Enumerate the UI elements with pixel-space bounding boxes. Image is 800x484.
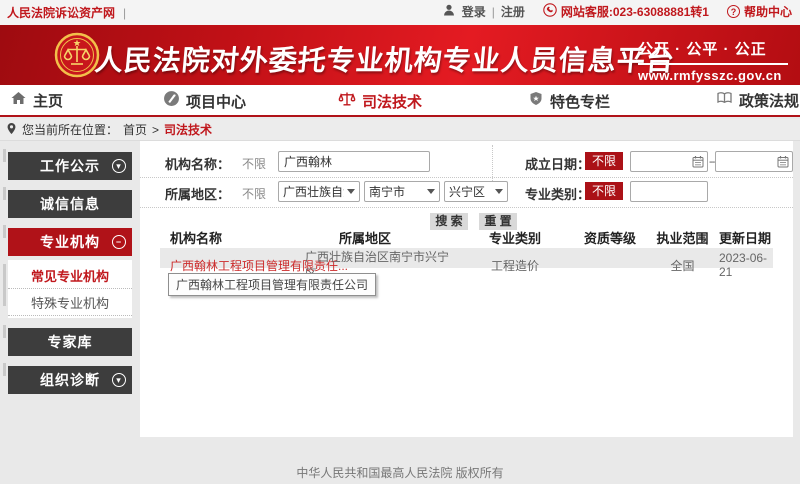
province-select-value: 广西壮族自治 xyxy=(283,183,344,200)
city-select-value: 南宁市 xyxy=(369,183,405,200)
org-name-unlimited-option[interactable]: 不限 xyxy=(242,155,266,172)
sidebar-subitem-label: 常见专业机构 xyxy=(31,266,109,285)
nav-label: 政策法规 xyxy=(739,90,799,111)
nav-label: 主页 xyxy=(33,90,63,111)
site-title: 人民法院对外委托专业机构专业人员信息平台 xyxy=(93,39,677,79)
scales-icon xyxy=(338,90,356,113)
sidebar-item-work-publicity[interactable]: 工作公示 ▾ xyxy=(8,152,132,180)
breadcrumb-separator: > xyxy=(152,123,159,137)
province-select[interactable]: 广西壮族自治 xyxy=(278,181,360,202)
sidebar-item-common-orgs[interactable]: 常见专业机构 xyxy=(8,262,132,289)
sidebar-item-special-orgs[interactable]: 特殊专业机构 xyxy=(8,289,132,316)
nav-item-judicial-tech[interactable]: 司法技术 xyxy=(338,90,422,113)
help-center-link[interactable]: 帮助中心 xyxy=(744,3,792,20)
collapse-icon: − xyxy=(112,235,126,249)
sidebar-item-professional-orgs[interactable]: 专业机构 − xyxy=(8,228,132,256)
nav-item-home[interactable]: 主页 xyxy=(10,90,63,111)
form-divider xyxy=(140,207,793,208)
nav-item-featured[interactable]: 特色专栏 xyxy=(528,90,610,112)
region-unlimited-option[interactable]: 不限 xyxy=(242,185,266,202)
expand-icon: ▾ xyxy=(112,373,126,387)
nav-label: 司法技术 xyxy=(362,91,422,112)
sidebar-item-integrity-info[interactable]: 诚信信息 xyxy=(8,190,132,218)
column-header: 机构名称 xyxy=(160,228,305,247)
project-icon xyxy=(163,90,180,112)
site-slogan: 公开 · 公平 · 公正 xyxy=(638,38,788,65)
sidebar: 工作公示 ▾ 诚信信息 专业机构 − 常见专业机构 特殊专业机构 专家库 组织诊… xyxy=(8,152,132,404)
phone-icon xyxy=(543,3,557,20)
register-link[interactable]: 注册 xyxy=(501,3,525,20)
column-header: 资质等级 xyxy=(570,228,650,247)
region-label: 所属地区： xyxy=(165,184,230,203)
chevron-down-icon xyxy=(347,189,355,194)
expand-icon: ▾ xyxy=(112,159,126,173)
category-input[interactable] xyxy=(630,181,708,202)
sidebar-subitem-label: 特殊专业机构 xyxy=(31,293,109,312)
top-utility-bar: 人民法院诉讼资产网 | 登录 | 注册 网站客服:023-63088881转1 … xyxy=(0,0,800,25)
column-header: 专业类别 xyxy=(460,228,570,247)
table-header: 机构名称 所属地区 专业类别 资质等级 执业范围 更新日期 xyxy=(160,227,773,247)
sidebar-item-label: 工作公示 xyxy=(40,156,100,176)
nav-label: 项目中心 xyxy=(186,91,246,112)
site-url: www.rmfysszc.gov.cn xyxy=(638,68,788,83)
home-icon xyxy=(10,90,27,111)
user-icon xyxy=(442,3,456,20)
form-divider xyxy=(140,177,793,178)
login-link[interactable]: 登录 xyxy=(462,3,486,20)
row-date: 2023-06-21 xyxy=(715,251,773,279)
customer-service-text: 网站客服:023-63088881转1 xyxy=(561,3,709,20)
row-category: 工程造价 xyxy=(460,257,570,274)
sidebar-item-expert-pool[interactable]: 专家库 xyxy=(8,328,132,356)
category-unlimited-button[interactable]: 不限 xyxy=(585,182,623,200)
calendar-icon xyxy=(777,155,789,173)
district-select[interactable]: 兴宁区 xyxy=(444,181,508,202)
nav-item-projects[interactable]: 项目中心 xyxy=(163,90,246,112)
table-row: 广西翰林工程项目管理有限责任... 广西壮族自治区南宁市兴宁区 工程造价 全国 … xyxy=(160,248,773,268)
question-icon: ? xyxy=(727,5,740,18)
login-register-divider: | xyxy=(492,5,495,19)
breadcrumb-home-link[interactable]: 首页 xyxy=(123,121,147,138)
sidebar-submenu: 常见专业机构 特殊专业机构 xyxy=(8,260,132,318)
breadcrumb: 您当前所在位置： 首页 > 司法技术 xyxy=(0,119,800,141)
sidebar-item-label: 专家库 xyxy=(48,332,93,352)
book-icon xyxy=(716,90,733,111)
chevron-down-icon xyxy=(427,189,435,194)
chevron-down-icon xyxy=(495,189,503,194)
column-header: 执业范围 xyxy=(650,228,715,247)
founded-unlimited-button[interactable]: 不限 xyxy=(585,152,623,170)
nav-item-policies[interactable]: 政策法规 xyxy=(716,90,799,111)
founded-date-from-input[interactable] xyxy=(630,151,708,172)
breadcrumb-prefix: 您当前所在位置： xyxy=(22,121,118,138)
calendar-icon xyxy=(692,155,704,173)
sidebar-item-label: 专业机构 xyxy=(40,232,100,252)
asset-site-link[interactable]: 人民法院诉讼资产网 xyxy=(7,4,115,21)
topbar-divider: | xyxy=(123,6,126,20)
org-name-input[interactable] xyxy=(278,151,430,172)
breadcrumb-current: 司法技术 xyxy=(164,121,212,138)
city-select[interactable]: 南宁市 xyxy=(364,181,440,202)
site-banner: 人民法院对外委托专业机构专业人员信息平台 公开 · 公平 · 公正 www.rm… xyxy=(0,25,800,85)
content-panel: 机构名称： 不限 成立日期： 不限 --- 所属地区： 不限 广西壮族自治 南宁… xyxy=(140,141,793,437)
district-select-value: 兴宁区 xyxy=(449,183,485,200)
category-label: 专业类别： xyxy=(525,184,590,203)
badge-icon xyxy=(528,90,544,112)
column-header: 所属地区 xyxy=(305,228,460,247)
sidebar-item-org-diagnosis[interactable]: 组织诊断 ▾ xyxy=(8,366,132,394)
location-pin-icon xyxy=(6,122,17,138)
main-nav: 主页 项目中心 司法技术 特色专栏 xyxy=(0,85,800,117)
nav-label: 特色专栏 xyxy=(550,91,610,112)
sidebar-item-label: 组织诊断 xyxy=(40,370,100,390)
footer-copyright: 中华人民共和国最高人民法院 版权所有 xyxy=(0,464,800,481)
page: 人民法院诉讼资产网 | 登录 | 注册 网站客服:023-63088881转1 … xyxy=(0,0,800,484)
founded-date-label: 成立日期： xyxy=(525,154,590,173)
row-scope: 全国 xyxy=(650,257,715,274)
founded-date-to-input[interactable] xyxy=(715,151,793,172)
org-name-tooltip: 广西翰林工程项目管理有限责任公司 xyxy=(168,273,376,296)
column-header: 更新日期 xyxy=(715,228,773,247)
org-name-label: 机构名称： xyxy=(165,154,230,173)
sidebar-item-label: 诚信信息 xyxy=(40,194,100,214)
